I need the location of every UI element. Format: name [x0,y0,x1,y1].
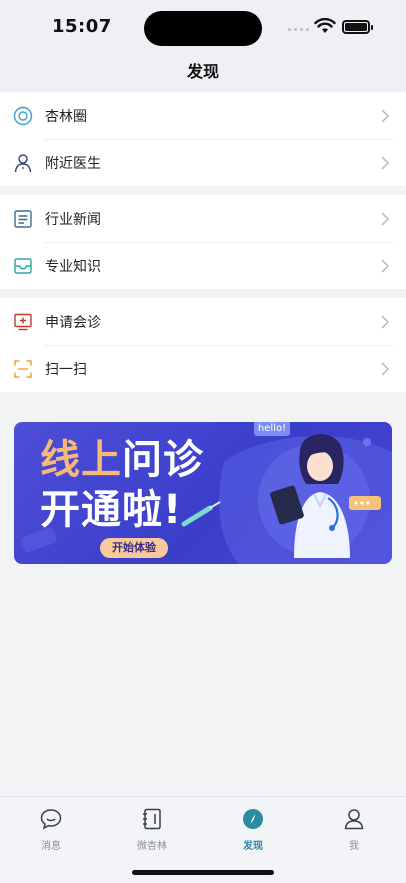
wifi-icon [314,18,336,33]
chevron-right-icon [381,155,390,170]
banner-headline-highlight: 线上 [40,437,122,483]
menu-group-2: 行业新闻 专业知识 [0,195,406,289]
monitor-plus-icon [12,311,34,333]
promo-banner-online-consultation[interactable]: hello! 线上问诊 开通啦! 开始体验 [14,422,392,564]
user-icon [344,809,364,830]
page-title: 发现 [186,62,219,81]
menu-item-label: 行业新闻 [45,211,101,228]
chevron-right-icon [381,361,390,376]
person-icon [12,152,34,174]
menu-group-3: 申请会诊 扫一扫 [0,298,406,392]
battery-icon [342,20,373,34]
compass-icon [243,809,263,829]
cellular-signal-icon [288,28,310,34]
tab-messages[interactable]: 消息 [11,807,91,852]
notebook-icon [143,808,161,830]
tab-weixinglin[interactable]: 微杏林 [112,807,192,852]
navigation-bar: 发现 [0,56,406,92]
menu-item-professional-knowledge[interactable]: 专业知识 [0,242,406,289]
inbox-tray-icon [12,255,34,277]
menu-item-industry-news[interactable]: 行业新闻 [0,195,406,242]
chevron-right-icon [381,314,390,329]
chevron-right-icon [381,211,390,226]
tab-discover[interactable]: 发现 [213,807,293,852]
tab-label: 发现 [243,841,263,852]
menu-item-label: 附近医生 [45,155,101,172]
menu-item-label: 专业知识 [45,258,101,275]
home-indicator[interactable] [132,870,274,875]
chevron-right-icon [381,258,390,273]
tab-label: 微杏林 [137,841,167,852]
menu-item-label: 杏林圈 [45,108,87,125]
banner-headline-text: 问诊 [122,437,204,483]
dynamic-island [144,11,262,46]
menu-item-nearby-doctors[interactable]: 附近医生 [0,139,406,186]
menu-item-xinglinquan[interactable]: 杏林圈 [0,92,406,139]
menu-item-apply-consultation[interactable]: 申请会诊 [0,298,406,345]
menu-item-label: 扫一扫 [45,361,87,378]
chat-bubble-icon [40,809,62,830]
chevron-right-icon [381,108,390,123]
status-time: 15:07 [52,16,112,37]
tab-label: 我 [349,841,359,852]
menu-item-scan[interactable]: 扫一扫 [0,345,406,392]
banner-hello-tag: hello! [254,422,290,436]
menu-item-label: 申请会诊 [45,314,101,331]
banner-headline-line2: 开通啦! [40,487,183,533]
tab-me[interactable]: 我 [314,807,394,852]
scan-frame-icon [12,358,34,380]
tab-label: 消息 [41,841,61,852]
banner-headline-line1: 线上问诊 [40,436,204,484]
menu-group-1: 杏林圈 附近医生 [0,92,406,186]
banner-start-button[interactable]: 开始体验 [100,538,168,558]
status-bar: 15:07 [0,0,406,56]
target-circle-icon [12,105,34,127]
news-icon [12,208,34,230]
